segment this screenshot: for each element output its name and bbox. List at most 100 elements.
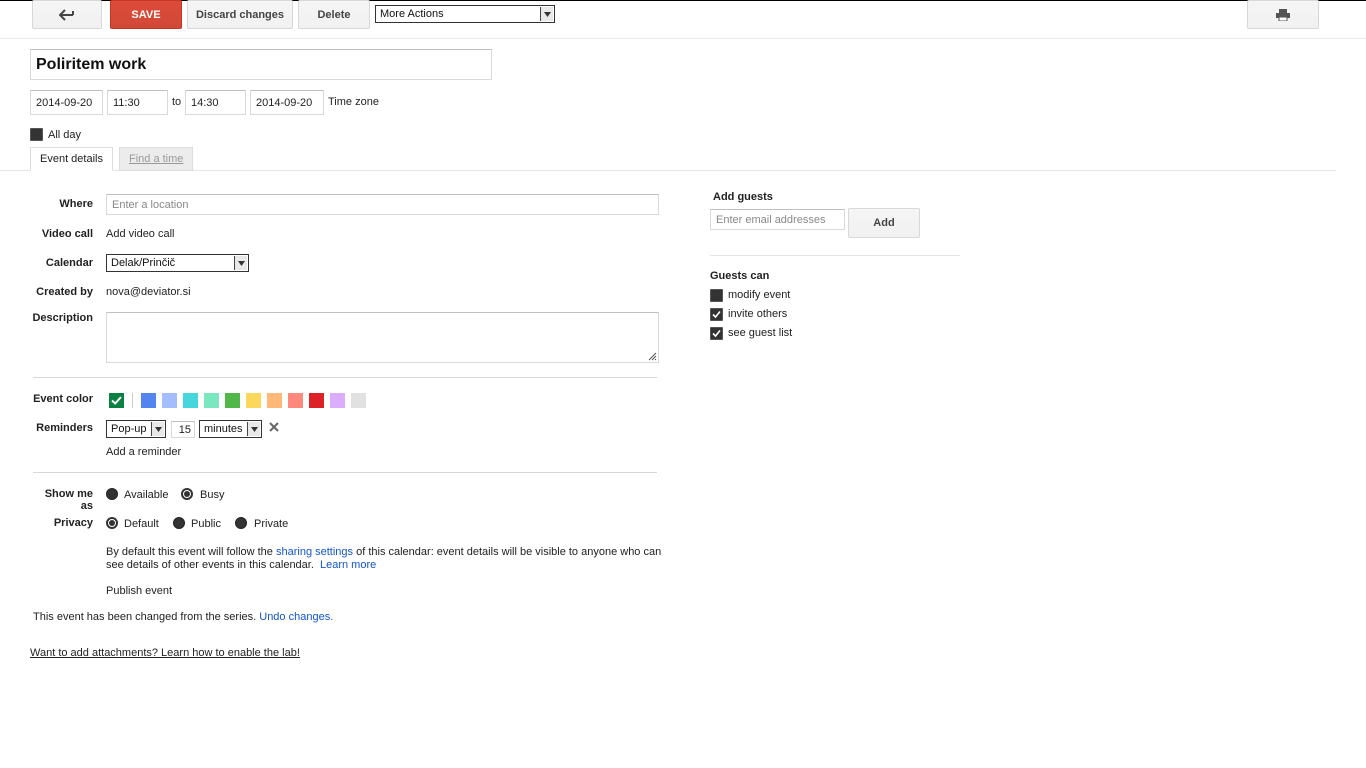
toolbar-divider	[0, 38, 1366, 39]
time-zone-link[interactable]: Time zone	[328, 96, 379, 108]
available-label: Available	[124, 489, 169, 501]
where-label: Where	[59, 198, 93, 210]
event-color-label: Event color	[33, 393, 93, 405]
tab-find-a-time[interactable]: Find a time	[119, 147, 194, 171]
color-swatch[interactable]	[246, 393, 261, 408]
undo-changes-link[interactable]: Undo changes.	[259, 611, 333, 623]
privacy-public-label: Public	[191, 518, 221, 530]
video-call-label: Video call	[41, 228, 93, 240]
color-swatch-selected[interactable]	[109, 393, 124, 408]
all-day-checkbox[interactable]	[30, 128, 43, 141]
description-textarea[interactable]	[106, 312, 659, 363]
print-button[interactable]	[1247, 0, 1319, 29]
reminder-type-select[interactable]: Pop-up	[106, 420, 166, 438]
privacy-note: By default this event will follow the sh…	[106, 546, 661, 558]
modify-event-checkbox[interactable]	[710, 289, 723, 302]
sharing-settings-link[interactable]: sharing settings	[276, 546, 353, 558]
color-swatch[interactable]	[351, 393, 366, 408]
show-me-as-label: Show me as	[44, 488, 93, 512]
reminder-unit-select[interactable]: minutes	[199, 420, 262, 438]
checkmark-icon	[712, 310, 721, 319]
color-swatch[interactable]	[288, 393, 303, 408]
back-button[interactable]	[32, 0, 102, 29]
privacy-default-label: Default	[124, 518, 159, 530]
add-guests-label: Add guests	[713, 191, 773, 203]
chevron-down-icon	[540, 7, 553, 21]
publish-event-link[interactable]: Publish event	[106, 585, 172, 597]
reminders-label: Reminders	[36, 422, 93, 434]
end-time-input[interactable]: 14:30	[185, 90, 246, 115]
color-swatch[interactable]	[141, 393, 156, 408]
more-actions-select[interactable]: More Actions	[375, 5, 555, 23]
all-day-label: All day	[48, 129, 82, 141]
discard-changes-button[interactable]: Discard changes	[187, 0, 293, 29]
see-guest-list-checkbox[interactable]	[710, 327, 723, 340]
created-by-value: nova@deviator.si	[106, 286, 191, 298]
close-icon	[269, 422, 279, 432]
privacy-private-radio[interactable]	[235, 517, 247, 529]
color-swatch[interactable]	[330, 393, 345, 408]
swatch-divider	[132, 393, 133, 408]
checkmark-icon	[712, 329, 721, 338]
description-label: Description	[32, 312, 93, 324]
color-swatch[interactable]	[267, 393, 282, 408]
created-by-label: Created by	[36, 286, 93, 298]
start-time-input[interactable]: 11:30	[107, 90, 168, 115]
modify-event-label: modify event	[728, 289, 791, 301]
busy-radio[interactable]	[181, 488, 193, 500]
chevron-down-icon	[151, 422, 164, 436]
event-title-input[interactable]: Poliritem work	[30, 49, 492, 80]
chevron-down-icon	[234, 256, 247, 270]
invite-others-checkbox[interactable]	[710, 308, 723, 321]
save-button[interactable]: SAVE	[110, 0, 182, 29]
attachments-lab-link[interactable]: Want to add attachments? Learn how to en…	[30, 647, 300, 659]
back-arrow-icon	[59, 8, 74, 21]
guests-divider	[710, 255, 960, 256]
privacy-public-radio[interactable]	[173, 517, 185, 529]
color-swatch[interactable]	[162, 393, 177, 408]
privacy-private-label: Private	[254, 518, 289, 530]
more-actions-label: More Actions	[380, 8, 444, 20]
color-swatch[interactable]	[225, 393, 240, 408]
section-divider	[33, 472, 657, 473]
guests-can-label: Guests can	[710, 270, 770, 282]
add-guest-button[interactable]: Add	[848, 208, 920, 238]
privacy-note-part3: see details of other events in this cale…	[106, 559, 314, 571]
calendar-value: Delak/Prinčič	[111, 257, 176, 269]
color-swatch[interactable]	[183, 393, 198, 408]
busy-label: Busy	[200, 489, 225, 501]
start-date-input[interactable]: 2014-09-20	[30, 90, 103, 115]
calendar-label: Calendar	[45, 257, 93, 269]
guest-email-input[interactable]: Enter email addresses	[710, 209, 845, 230]
delete-button[interactable]: Delete	[298, 0, 370, 29]
add-video-call-link[interactable]: Add video call	[106, 228, 175, 240]
tab-event-details[interactable]: Event details	[30, 147, 113, 171]
reminder-unit-value: minutes	[204, 423, 243, 435]
privacy-label: Privacy	[53, 517, 93, 529]
checkmark-icon	[111, 396, 122, 405]
add-reminder-link[interactable]: Add a reminder	[106, 446, 181, 458]
color-swatch[interactable]	[204, 393, 219, 408]
to-label: to	[172, 96, 182, 108]
series-note: This event has been changed from the ser…	[33, 611, 333, 623]
privacy-note-line2: see details of other events in this cale…	[106, 559, 376, 571]
end-date-input[interactable]: 2014-09-20	[250, 90, 324, 115]
privacy-note-part1: By default this event will follow the	[106, 546, 273, 558]
available-radio[interactable]	[106, 488, 118, 500]
privacy-default-radio[interactable]	[106, 517, 118, 529]
see-guest-list-label: see guest list	[728, 327, 793, 339]
print-icon	[1276, 8, 1290, 21]
location-input[interactable]: Enter a location	[106, 194, 659, 215]
resize-handle-icon[interactable]	[648, 352, 657, 361]
learn-more-link[interactable]: Learn more	[320, 559, 376, 571]
reminder-type-value: Pop-up	[111, 423, 147, 435]
reminder-value-input[interactable]: 15	[171, 421, 195, 438]
calendar-select[interactable]: Delak/Prinčič	[106, 254, 249, 272]
section-divider	[33, 377, 657, 378]
chevron-down-icon	[247, 422, 260, 436]
color-swatch[interactable]	[309, 393, 324, 408]
series-note-text: This event has been changed from the ser…	[33, 611, 257, 623]
remove-reminder-button[interactable]	[268, 421, 280, 433]
invite-others-label: invite others	[728, 308, 788, 320]
tab-divider	[0, 170, 1336, 171]
